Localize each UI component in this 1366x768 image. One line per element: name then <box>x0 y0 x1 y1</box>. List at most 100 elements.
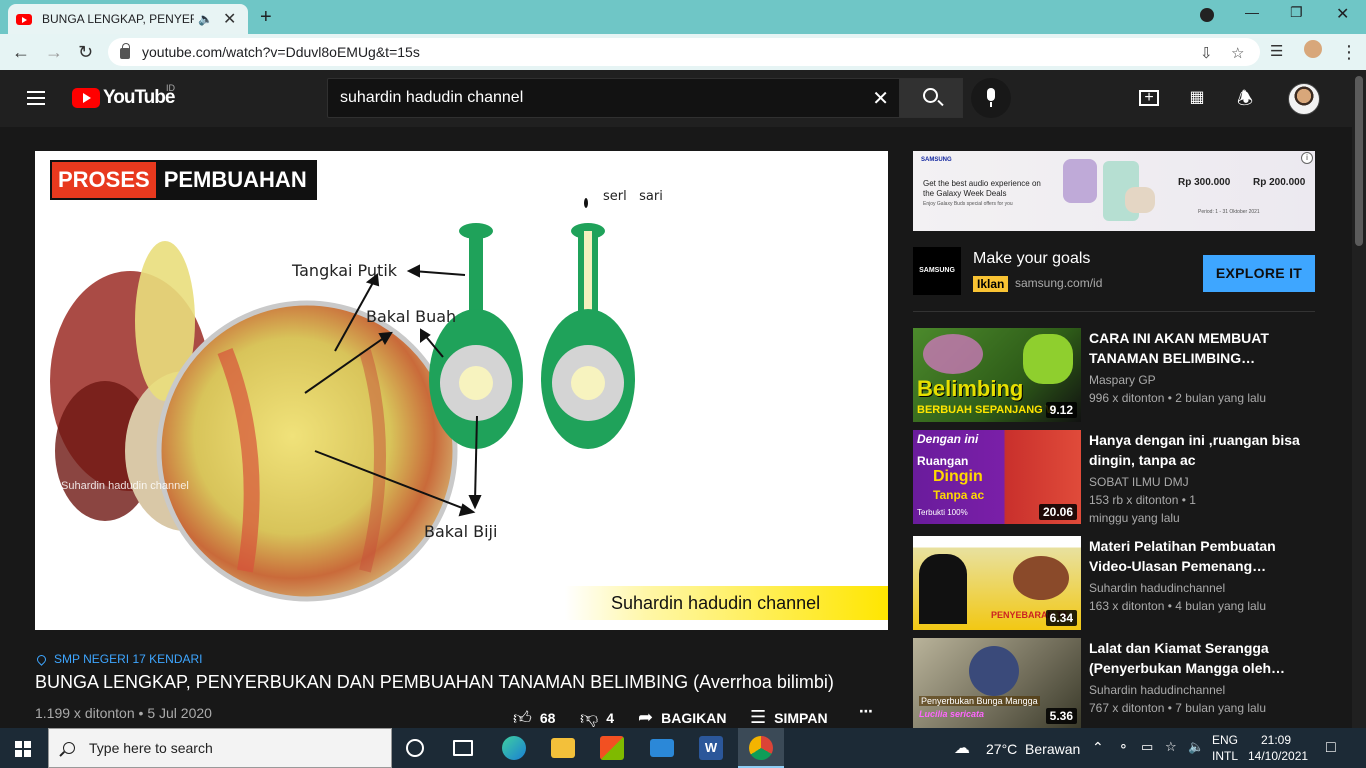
channel-banner: Suhardin hadudin channel <box>565 586 888 620</box>
tray-chevron-icon[interactable]: ⌃ <box>1092 739 1104 756</box>
tray-volume-icon[interactable]: 🔈 <box>1188 739 1204 755</box>
recommendation-title[interactable]: Hanya dengan ini ,ruangan bisa dingin, t… <box>1089 430 1309 470</box>
dislike-button[interactable]: 👎︎ 4 <box>580 707 614 729</box>
clear-search-icon[interactable]: ✕ <box>872 86 889 111</box>
more-actions-icon[interactable]: ⋯ <box>859 703 873 720</box>
location-text[interactable]: SMP NEGERI 17 KENDARI <box>54 652 203 666</box>
video-thumbnail[interactable]: Dengan ini Ruangan Dingin Tanpa ac Terbu… <box>913 430 1081 524</box>
recommendation-item[interactable]: PENYEBARAN TA 6.34 Materi Pelatihan Pemb… <box>913 536 1315 630</box>
speaker-icon[interactable]: 🔈 <box>198 12 213 26</box>
notifications-bell-icon[interactable]: 🕭 <box>1234 88 1256 108</box>
hamburger-menu-icon[interactable] <box>27 91 45 105</box>
youtube-logo[interactable]: YouTube ID <box>72 83 175 109</box>
minimize-icon[interactable]: — <box>1245 4 1259 20</box>
search-button[interactable] <box>899 78 963 118</box>
tray-network-icon[interactable]: ⚬ <box>1118 739 1129 755</box>
thumbnail-text: Tanpa ac <box>933 488 985 502</box>
browser-tab[interactable]: BUNGA LENGKAP, PENYERBUKAN 🔈 ✕ <box>8 4 248 34</box>
create-video-icon[interactable]: + <box>1139 90 1159 106</box>
profile-avatar-icon[interactable] <box>1304 40 1322 58</box>
like-button[interactable]: 👍︎ 68 <box>513 707 555 729</box>
video-duration: 5.36 <box>1045 708 1077 724</box>
search-query[interactable]: suhardin hadudin channel <box>340 89 523 107</box>
menu-kebab-icon[interactable]: ⋮ <box>1340 42 1358 63</box>
close-window-icon[interactable]: ✕ <box>1336 4 1349 24</box>
video-badge: PROSES PEMBUAHAN <box>50 160 317 200</box>
page-scrollbar[interactable] <box>1352 70 1366 728</box>
language-code[interactable]: ENG <box>1212 733 1238 747</box>
recommendation-title[interactable]: CARA INI AKAN MEMBUAT TANAMAN BELIMBING… <box>1089 328 1309 368</box>
windows-start-icon[interactable] <box>15 741 31 757</box>
recommendation-item[interactable]: Belimbing BERBUAH SEPANJANG W 9.12 CARA … <box>913 328 1315 422</box>
ad-explore-button[interactable]: EXPLORE IT <box>1203 255 1315 292</box>
weather-text[interactable]: 27°C Berawan <box>986 741 1080 757</box>
apps-grid-icon[interactable]: ▦ <box>1186 88 1208 108</box>
video-player[interactable]: PROSES PEMBUAHAN Tangkai Putik Bakal Bua… <box>35 151 888 630</box>
thumbnail-text: Dingin <box>933 468 983 485</box>
thumbnail-text: Lucilia sericata <box>919 709 985 719</box>
chrome-taskbar-button[interactable] <box>738 728 784 768</box>
ad-info-icon[interactable]: i <box>1301 152 1313 164</box>
weather-cloud-icon[interactable]: ☁ <box>954 738 970 758</box>
recommendation-item[interactable]: Dengan ini Ruangan Dingin Tanpa ac Terbu… <box>913 430 1315 525</box>
url-text[interactable]: youtube.com/watch?v=Dduvl8oEMUg&t=15s <box>142 44 420 60</box>
file-explorer-icon[interactable] <box>551 738 575 758</box>
recommendation-title[interactable]: Materi Pelatihan Pembuatan Video-Ulasan … <box>1089 536 1309 576</box>
media-control-icon[interactable]: ☰ <box>1270 42 1283 60</box>
word-icon[interactable]: W <box>699 736 723 760</box>
chrome-icon <box>749 736 773 760</box>
restore-icon[interactable]: ❐ <box>1290 4 1303 21</box>
back-icon[interactable]: ← <box>12 42 30 63</box>
ad-label-badge: Iklan <box>973 276 1009 292</box>
ad-banner-image[interactable]: SAMSUNG Get the best audio experience on… <box>913 151 1315 231</box>
ad-banner-period: Period: 1 - 31 Oktober 2021 <box>1198 209 1260 215</box>
clock-time[interactable]: 21:09 <box>1261 733 1291 747</box>
label-serbuk-sari: serl sari <box>603 189 663 204</box>
mail-icon[interactable] <box>650 739 674 757</box>
notification-center-icon[interactable]: □ <box>1326 739 1336 757</box>
taskbar-search-placeholder[interactable]: Type here to search <box>89 740 213 756</box>
dislike-count: 4 <box>606 710 615 726</box>
reload-icon[interactable]: ↻ <box>78 42 93 63</box>
close-tab-icon[interactable]: ✕ <box>223 9 236 29</box>
search-icon <box>923 88 938 103</box>
recommendation-item[interactable]: Penyerbukan Bunga Mangga Lucilia sericat… <box>913 638 1315 728</box>
account-avatar[interactable] <box>1288 83 1320 115</box>
taskbar-search-input[interactable]: Type here to search <box>48 728 392 768</box>
recommendation-channel[interactable]: SOBAT ILMU DMJ <box>1089 475 1189 489</box>
voice-search-button[interactable] <box>971 78 1011 118</box>
clock-date[interactable]: 14/10/2021 <box>1248 749 1308 763</box>
video-location-link[interactable]: SMP NEGERI 17 KENDARI <box>35 652 203 666</box>
video-thumbnail[interactable]: Penyerbukan Bunga Mangga Lucilia sericat… <box>913 638 1081 728</box>
thumbnail-fruit-icon <box>1023 334 1073 384</box>
recommendation-channel[interactable]: Suhardin hadudinchannel <box>1089 683 1225 697</box>
edge-browser-icon[interactable] <box>502 736 526 760</box>
microsoft-store-icon[interactable] <box>600 736 624 760</box>
cortana-icon[interactable] <box>406 739 424 757</box>
new-tab-icon[interactable]: + <box>260 6 272 29</box>
install-icon[interactable]: ⇩ <box>1200 44 1213 62</box>
bookmark-star-icon[interactable]: ☆ <box>1231 44 1244 62</box>
recommendation-channel[interactable]: Suhardin hadudinchannel <box>1089 581 1225 595</box>
task-view-icon[interactable] <box>453 740 473 756</box>
scrollbar-thumb[interactable] <box>1355 76 1363 246</box>
ad-headline[interactable]: Make your goals <box>973 250 1090 268</box>
save-button[interactable]: ☰ SIMPAN <box>750 707 828 728</box>
video-thumbnail[interactable]: Belimbing BERBUAH SEPANJANG W 9.12 <box>913 328 1081 422</box>
ad-advertiser-logo[interactable]: SAMSUNG <box>913 247 961 295</box>
language-layout[interactable]: INTL <box>1212 749 1238 763</box>
forward-icon[interactable]: → <box>45 42 63 63</box>
address-bar[interactable]: youtube.com/watch?v=Dduvl8oEMUg&t=15s ⇩ … <box>108 38 1260 66</box>
tray-battery-icon[interactable]: ▭ <box>1141 739 1153 755</box>
share-label: BAGIKAN <box>661 709 727 726</box>
video-duration: 20.06 <box>1038 504 1077 520</box>
tray-wifi-icon[interactable]: ☆ <box>1165 739 1177 755</box>
lock-icon[interactable] <box>120 43 130 59</box>
profile-dropdown-icon[interactable] <box>1200 8 1214 22</box>
recommendation-channel[interactable]: Maspary GP <box>1089 373 1156 387</box>
recommendation-title[interactable]: Lalat dan Kiamat Serangga (Penyerbukan M… <box>1089 638 1309 678</box>
thumbnail-coconut-icon <box>1013 556 1069 600</box>
share-button[interactable]: ➦ BAGIKAN <box>638 707 726 728</box>
search-input[interactable]: suhardin hadudin channel ✕ <box>327 78 900 118</box>
video-thumbnail[interactable]: PENYEBARAN TA 6.34 <box>913 536 1081 630</box>
